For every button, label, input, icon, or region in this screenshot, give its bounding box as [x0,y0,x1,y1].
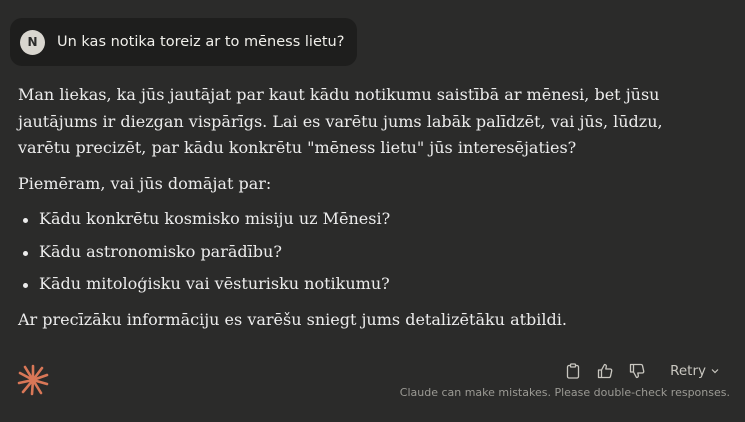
retry-label: Retry [670,363,706,379]
clipboard-icon [566,363,580,379]
assistant-reply: Man liekas, ka jūs jautājat par kaut kād… [18,82,718,342]
user-message: N Un kas notika toreiz ar to mēness liet… [10,18,357,66]
bullet-item: Kādu mitoloģisku vai vēsturisku notikumu… [18,271,718,298]
message-actions: Retry [564,360,720,382]
bullet-item: Kādu astronomisko parādību? [18,239,718,266]
thumbs-up-button[interactable] [596,360,614,382]
user-message-text: Un kas notika toreiz ar to mēness lietu? [57,34,345,50]
retry-button[interactable]: Retry [670,363,720,379]
user-avatar: N [20,29,45,55]
chevron-down-icon [711,369,719,374]
copy-button[interactable] [564,360,582,382]
claude-star-icon [17,364,49,396]
thumbs-up-icon [597,363,613,379]
reply-paragraph: Piemēram, vai jūs domājat par: [18,173,272,193]
thumbs-down-icon [629,363,645,379]
reply-paragraph: Ar precīzāku informāciju es varēšu snieg… [18,309,567,329]
reply-bullet-list: Kādu konkrētu kosmisko misiju uz Mēnesi?… [18,206,718,298]
disclaimer-text: Claude can make mistakes. Please double-… [399,386,730,399]
bullet-item: Kādu konkrētu kosmisko misiju uz Mēnesi? [18,206,718,233]
thumbs-down-button[interactable] [628,360,646,382]
reply-paragraph: Man liekas, ka jūs jautājat par kaut kād… [18,85,663,157]
